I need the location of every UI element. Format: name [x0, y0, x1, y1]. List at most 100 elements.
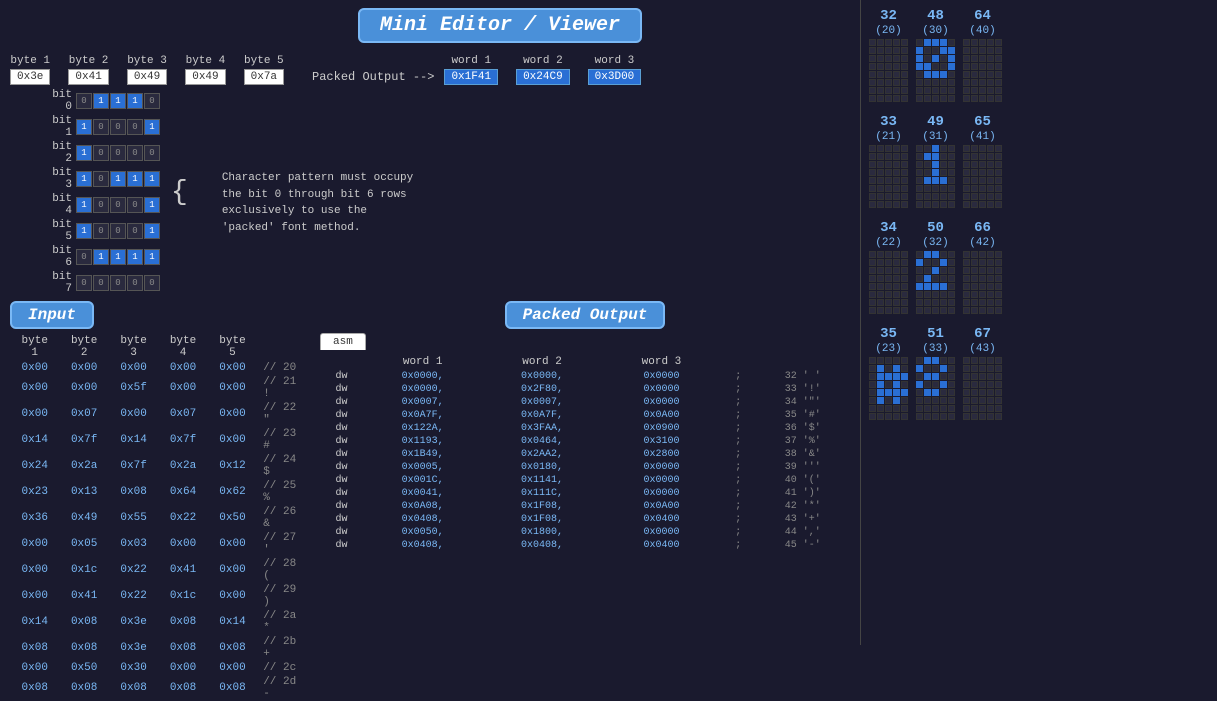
- bit-cell: 0: [93, 197, 109, 213]
- pixel: [987, 161, 994, 168]
- pixel: [940, 389, 947, 396]
- pixel: [987, 145, 994, 152]
- pixel: [940, 291, 947, 298]
- word-group-3: word 3 0x3D00: [588, 55, 642, 85]
- pixel: [877, 259, 884, 266]
- table-cell: // 2b +: [257, 635, 310, 661]
- pixel: [916, 201, 923, 208]
- pixel: [971, 161, 978, 168]
- pixel: [987, 357, 994, 364]
- pixel: [995, 283, 1002, 290]
- pixel: [979, 373, 986, 380]
- pixel: [971, 87, 978, 94]
- pixel: [971, 193, 978, 200]
- output-cell: 0x0000,: [363, 370, 482, 383]
- pixel: [885, 283, 892, 290]
- pixel: [932, 365, 939, 372]
- input-col-header-4: byte 4: [158, 333, 207, 361]
- char-number: 33: [880, 114, 897, 130]
- table-cell: 0x00: [10, 375, 59, 401]
- pixel: [877, 55, 884, 62]
- char-pixel-grid: [869, 251, 908, 314]
- pixel: [948, 63, 955, 70]
- pixel: [924, 95, 931, 102]
- table-cell: 0x00: [10, 361, 59, 375]
- pixel: [971, 275, 978, 282]
- pixel: [995, 267, 1002, 274]
- table-cell: 0x08: [208, 675, 257, 701]
- pixel: [987, 177, 994, 184]
- pixel: [916, 169, 923, 176]
- pixel: [979, 71, 986, 78]
- output-cell: dw: [320, 461, 363, 474]
- main-title: Mini Editor / Viewer: [358, 8, 642, 43]
- bit-row: bit 410001: [40, 193, 161, 217]
- pixel: [995, 185, 1002, 192]
- char-number-sub: (31): [922, 131, 948, 143]
- right-panel: 32(20)33(21)34(22)35(23)48(30)49(31)50(3…: [860, 0, 1217, 645]
- pixel: [940, 413, 947, 420]
- pixel: [979, 153, 986, 160]
- pixel: [885, 365, 892, 372]
- char-number-sub: (21): [875, 131, 901, 143]
- table-cell: 0x55: [109, 505, 158, 531]
- pixel: [893, 201, 900, 208]
- char-number-sub: (32): [922, 237, 948, 249]
- pixel: [987, 307, 994, 314]
- input-col-header-3: byte 3: [109, 333, 158, 361]
- pixel: [901, 169, 908, 176]
- table-row: 0x000x000x000x000x00// 20: [10, 361, 310, 375]
- pixel: [948, 267, 955, 274]
- pixel: [995, 177, 1002, 184]
- pixel: [901, 39, 908, 46]
- pixel: [901, 283, 908, 290]
- pixel: [971, 259, 978, 266]
- pixel: [971, 177, 978, 184]
- tab-asm[interactable]: asm: [320, 333, 366, 350]
- pixel: [948, 389, 955, 396]
- char-number-sub: (41): [969, 131, 995, 143]
- pixel: [877, 201, 884, 208]
- bit-cell: 1: [76, 223, 92, 239]
- pixel: [971, 153, 978, 160]
- pixel: [995, 145, 1002, 152]
- output-cell: dw: [320, 396, 363, 409]
- pixel: [893, 283, 900, 290]
- table-row: 0x140x080x3e0x080x14// 2a *: [10, 609, 310, 635]
- pixel: [995, 95, 1002, 102]
- pixel: [877, 63, 884, 70]
- char-number-sub: (30): [922, 25, 948, 37]
- output-label: Packed Output: [505, 301, 666, 329]
- table-cell: 0x07: [158, 401, 207, 427]
- pixel: [924, 161, 931, 168]
- char-number: 67: [974, 326, 991, 342]
- pixel: [869, 259, 876, 266]
- pixel: [963, 373, 970, 380]
- table-cell: 0x7f: [158, 427, 207, 453]
- pixel: [963, 47, 970, 54]
- pixel: [940, 259, 947, 266]
- pixel: [924, 291, 931, 298]
- table-cell: 0x2a: [59, 453, 108, 479]
- output-cell: 33 '!': [755, 383, 850, 396]
- output-cell: dw: [320, 422, 363, 435]
- pixel: [971, 299, 978, 306]
- pixel: [995, 71, 1002, 78]
- pixel: [948, 201, 955, 208]
- table-cell: 0x12: [208, 453, 257, 479]
- pixel: [916, 283, 923, 290]
- pixel: [893, 87, 900, 94]
- output-cell: 0x0A00: [602, 409, 721, 422]
- table-cell: // 2a *: [257, 609, 310, 635]
- pixel: [924, 55, 931, 62]
- pixel: [995, 299, 1002, 306]
- output-cell: ;: [721, 500, 755, 513]
- pixel: [893, 95, 900, 102]
- pixel: [916, 405, 923, 412]
- pixel: [987, 47, 994, 54]
- char-block: 51(33): [916, 326, 955, 420]
- pixel: [963, 39, 970, 46]
- output-cell: 0x1800,: [482, 526, 601, 539]
- pixel: [869, 291, 876, 298]
- pixel: [971, 145, 978, 152]
